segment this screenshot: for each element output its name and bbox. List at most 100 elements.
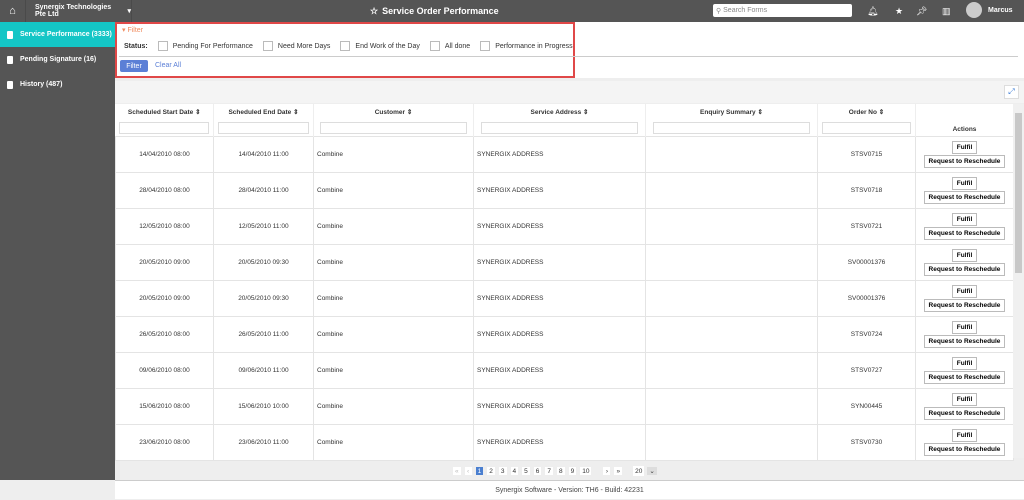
sidebar-item-service-performance[interactable]: Service Performance (3333) — [0, 22, 120, 47]
option-label: Need More Days — [277, 42, 331, 50]
fulfil-button[interactable]: Fulfil — [951, 356, 978, 370]
expand-icon[interactable]: ⤢ — [1004, 85, 1019, 99]
search-input[interactable]: ⚲ Search Forms — [713, 4, 852, 17]
checkbox-end-work-of-the-day[interactable] — [340, 41, 351, 51]
table-cell: 20/05/2010 09:30 — [213, 243, 314, 281]
table-cell: SYNERGIX ADDRESS — [473, 207, 646, 245]
next-page-button[interactable]: › — [602, 466, 612, 476]
table-cell: Combine — [313, 351, 474, 389]
chevron-down-icon[interactable]: ⌄ — [646, 466, 658, 476]
column-header[interactable]: Enquiry Summary ⇕ — [645, 104, 818, 136]
page-button[interactable]: 7 — [544, 466, 554, 476]
sort-icon[interactable]: ⇕ — [291, 109, 298, 116]
table-cell: Combine — [313, 135, 474, 173]
clear-all-link[interactable]: Clear All — [155, 62, 181, 69]
sidebar-item-label: Service Performance (3333) — [20, 31, 112, 38]
page-button[interactable]: 10 — [579, 466, 593, 476]
checkbox-all-done[interactable] — [429, 41, 440, 51]
footer: Synergix Software - Version: TH6 - Build… — [115, 480, 1024, 499]
filter-button[interactable]: Filter — [120, 60, 148, 72]
column-filter-input[interactable] — [119, 122, 210, 134]
checkbox-performance-in-progress[interactable] — [480, 41, 491, 51]
column-filter-input[interactable] — [652, 122, 811, 134]
reschedule-button[interactable]: Request to Reschedule — [923, 298, 1006, 312]
page-button[interactable]: 9 — [567, 466, 578, 476]
sidebar-item-pending-signature[interactable]: Pending Signature (16) — [0, 47, 115, 72]
table-cell: 20/05/2010 09:30 — [213, 279, 314, 317]
page-button[interactable]: 8 — [556, 466, 566, 476]
page-button[interactable]: 6 — [532, 466, 543, 476]
page-button[interactable]: 5 — [521, 466, 531, 476]
reschedule-button[interactable]: Request to Reschedule — [923, 154, 1006, 168]
reschedule-button[interactable]: Request to Reschedule — [923, 226, 1006, 240]
checkbox-pending-for-performance[interactable] — [157, 41, 168, 51]
column-filter-input[interactable] — [217, 122, 310, 134]
home-icon[interactable]: ⌂ — [0, 0, 26, 22]
sidebar-item-history[interactable]: History (487) — [0, 72, 115, 97]
fulfil-button[interactable]: Fulfil — [951, 212, 978, 226]
reschedule-button[interactable]: Request to Reschedule — [923, 406, 1006, 420]
fulfil-button[interactable]: Fulfil — [951, 428, 978, 442]
page-button[interactable]: 4 — [509, 466, 520, 476]
column-filter-input[interactable] — [480, 122, 639, 134]
fulfil-button[interactable]: Fulfil — [951, 320, 978, 334]
scrollbar-thumb[interactable] — [1015, 113, 1022, 273]
column-header[interactable]: Customer ⇕ — [313, 104, 474, 136]
column-header: Actions — [915, 104, 1014, 136]
prev-page-button[interactable]: ‹ — [463, 466, 473, 476]
actions-cell: Fulfil Request to Reschedule — [915, 279, 1014, 317]
table-cell — [645, 279, 818, 317]
table-cell: 14/04/2010 08:00 — [115, 135, 214, 173]
fulfil-button[interactable]: Fulfil — [951, 248, 978, 262]
fulfil-button[interactable]: Fulfil — [951, 176, 978, 190]
column-header[interactable]: Scheduled Start Date ⇕ — [115, 104, 214, 136]
column-header[interactable]: Scheduled End Date ⇕ — [213, 104, 314, 136]
reschedule-button[interactable]: Request to Reschedule — [923, 370, 1006, 384]
star-outline-icon[interactable]: ☆ — [370, 6, 378, 17]
bell-icon[interactable]: 🔔︎ — [867, 0, 878, 22]
sort-icon[interactable]: ⇕ — [581, 109, 588, 116]
column-filter-input[interactable] — [320, 122, 467, 134]
sidebar-item-label: History (487) — [20, 81, 63, 88]
table-row: 20/05/2010 09:00 20/05/2010 09:30 Combine S… — [115, 279, 1014, 317]
table-cell: STSV0715 — [817, 135, 916, 173]
checkbox-need-more-days[interactable] — [262, 41, 273, 51]
user-menu[interactable]: Marcus — [966, 2, 1013, 18]
reschedule-button[interactable]: Request to Reschedule — [923, 190, 1006, 204]
sort-icon[interactable]: ⇕ — [877, 109, 884, 116]
column-header-label: Customer — [374, 109, 406, 116]
orders-table: Scheduled Start Date ⇕ Scheduled End Date… — [115, 104, 1014, 461]
page-title-text: Service Order Performance — [382, 6, 499, 16]
table-cell: 26/05/2010 08:00 — [115, 315, 214, 353]
table-cell: STSV0724 — [817, 315, 916, 353]
page-button[interactable]: 3 — [497, 466, 508, 476]
table-cell — [645, 315, 818, 353]
sort-icon[interactable]: ⇕ — [756, 109, 762, 116]
reschedule-button[interactable]: Request to Reschedule — [923, 442, 1006, 456]
sort-icon[interactable]: ⇕ — [405, 109, 412, 116]
search-placeholder: Search Forms — [723, 7, 768, 14]
actions-cell: Fulfil Request to Reschedule — [915, 351, 1014, 389]
sort-icon[interactable]: ⇕ — [193, 109, 200, 116]
pin-icon[interactable]: 📌︎ — [916, 0, 927, 22]
column-header[interactable]: Order No ⇕ — [817, 104, 916, 136]
table-cell: SYNERGIX ADDRESS — [473, 315, 646, 353]
reschedule-button[interactable]: Request to Reschedule — [923, 334, 1006, 348]
company-selector[interactable]: Synergix Technologies Pte Ltd ▾ — [26, 0, 132, 22]
fulfil-button[interactable]: Fulfil — [951, 392, 978, 406]
table-cell: STSV0730 — [817, 423, 916, 461]
first-page-button[interactable]: « — [452, 466, 462, 476]
page-size-select[interactable]: 20 — [633, 466, 645, 476]
page-button[interactable]: 1 — [474, 466, 485, 476]
actions-cell: Fulfil Request to Reschedule — [915, 135, 1014, 173]
page-button[interactable]: 2 — [486, 466, 496, 476]
star-icon[interactable]: ★ — [895, 0, 903, 22]
column-header[interactable]: Service Address ⇕ — [473, 104, 646, 136]
fulfil-button[interactable]: Fulfil — [951, 140, 978, 154]
filter-toggle[interactable]: ▾ Filter — [122, 26, 143, 34]
chart-icon[interactable]: ▥ — [942, 0, 951, 22]
column-filter-input[interactable] — [821, 122, 912, 134]
fulfil-button[interactable]: Fulfil — [951, 284, 978, 298]
last-page-button[interactable]: » — [613, 466, 624, 476]
reschedule-button[interactable]: Request to Reschedule — [923, 262, 1006, 276]
